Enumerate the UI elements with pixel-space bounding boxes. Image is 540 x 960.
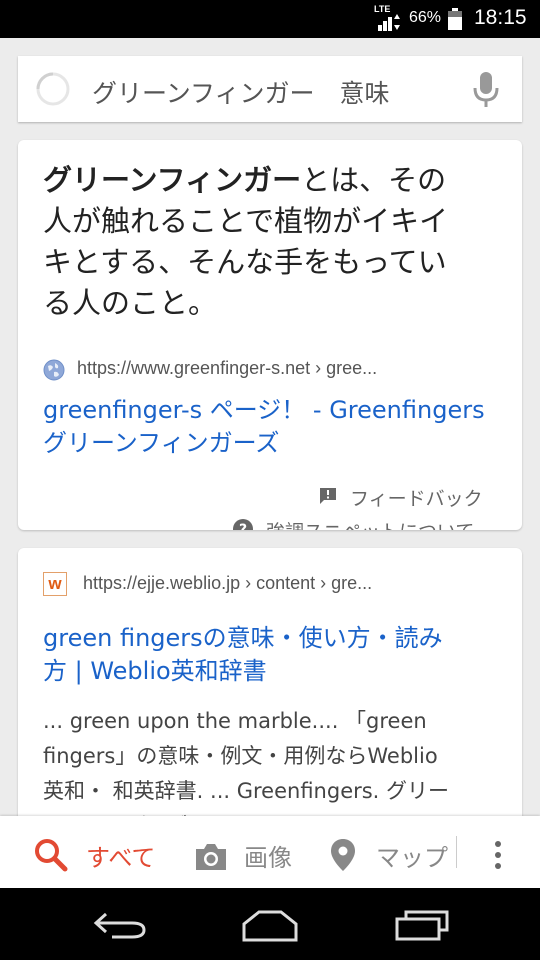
about-snippets-label[interactable]: 強調スニペットについて bbox=[266, 517, 474, 530]
back-icon[interactable] bbox=[92, 910, 148, 940]
snippet-link-line1[interactable]: greenfinger-s ページ！ - Greenfingers bbox=[43, 394, 503, 427]
search-tabs-bar: すべて 画像 マップ bbox=[0, 816, 540, 888]
result-title-line1[interactable]: green fingersの意味・使い方・読み bbox=[43, 622, 503, 655]
weblio-favicon-icon: w bbox=[43, 572, 67, 596]
search-box[interactable]: グリーンフィンガー 意味 bbox=[18, 56, 522, 122]
battery-percent: 66% bbox=[409, 9, 442, 26]
search-result-card: w https://ejje.weblio.jp › content › gre… bbox=[18, 548, 522, 848]
battery-icon bbox=[448, 8, 462, 30]
result-source[interactable]: w https://ejje.weblio.jp › content › gre… bbox=[43, 572, 503, 598]
system-navigation-bar bbox=[0, 888, 540, 960]
signal-icon bbox=[378, 14, 400, 31]
tab-maps[interactable]: マップ bbox=[330, 816, 454, 888]
tab-maps-label[interactable]: マップ bbox=[376, 838, 448, 873]
tab-all[interactable]: すべて bbox=[34, 816, 174, 888]
svg-text:?: ? bbox=[239, 522, 247, 530]
recent-apps-icon[interactable] bbox=[394, 908, 450, 942]
more-options-icon[interactable] bbox=[484, 838, 512, 872]
microphone-icon[interactable] bbox=[470, 70, 502, 110]
search-query[interactable]: グリーンフィンガー 意味 bbox=[92, 74, 390, 110]
result-desc-line1: ... green upon the marble.... 「green bbox=[43, 709, 427, 733]
tab-divider bbox=[456, 836, 457, 868]
snippet-source[interactable]: https://www.greenfinger-s.net › gree... bbox=[43, 357, 503, 383]
loading-spinner-icon bbox=[36, 72, 70, 106]
camera-icon bbox=[196, 844, 226, 870]
help-icon: ? bbox=[233, 519, 253, 530]
snippet-line3: キとする、そんな手をもってい bbox=[43, 245, 447, 279]
result-title-line2[interactable]: 方 | Weblio英和辞書 bbox=[43, 655, 503, 688]
snippet-line2: 人が触れることで植物がイキイ bbox=[43, 204, 449, 238]
search-icon bbox=[35, 839, 68, 872]
result-desc-line3: 英和・ 和英辞書. ... Greenfingers. グリー bbox=[43, 779, 450, 803]
home-icon[interactable] bbox=[241, 910, 299, 942]
snippet-link-line2[interactable]: グリーンフィンガーズ bbox=[43, 427, 503, 460]
snippet-source-url[interactable]: https://www.greenfinger-s.net › gree... bbox=[77, 358, 377, 379]
status-bar: LTE 66% 18:15 bbox=[0, 0, 540, 38]
snippet-bold-term: グリーンフィンガー bbox=[43, 163, 302, 197]
tab-all-label[interactable]: すべて bbox=[86, 838, 155, 873]
clock: 18:15 bbox=[474, 6, 527, 29]
snippet-result-link[interactable]: greenfinger-s ページ！ - Greenfingers グリーンフィ… bbox=[43, 394, 503, 460]
tab-images-label[interactable]: 画像 bbox=[244, 838, 292, 873]
result-title-link[interactable]: green fingersの意味・使い方・読み 方 | Weblio英和辞書 bbox=[43, 622, 503, 688]
featured-snippet-card: グリーンフィンガーとは、その 人が触れることで植物がイキイ キとする、そんな手を… bbox=[18, 140, 522, 530]
feedback-label[interactable]: フィードバック bbox=[350, 484, 483, 511]
site-favicon-globe-icon bbox=[43, 359, 65, 381]
map-pin-icon bbox=[331, 839, 355, 871]
snippet-text: グリーンフィンガーとは、その 人が触れることで植物がイキイ キとする、そんな手を… bbox=[43, 160, 503, 324]
feedback-icon bbox=[320, 488, 336, 504]
result-desc-line2: fingers」の意味・例文・用例ならWeblio bbox=[43, 744, 438, 768]
snippet-line4: る人のこと。 bbox=[43, 286, 218, 320]
result-source-url[interactable]: https://ejje.weblio.jp › content › gre..… bbox=[83, 573, 372, 594]
tab-images[interactable]: 画像 bbox=[194, 816, 314, 888]
snippet-line1: とは、その bbox=[301, 163, 447, 197]
